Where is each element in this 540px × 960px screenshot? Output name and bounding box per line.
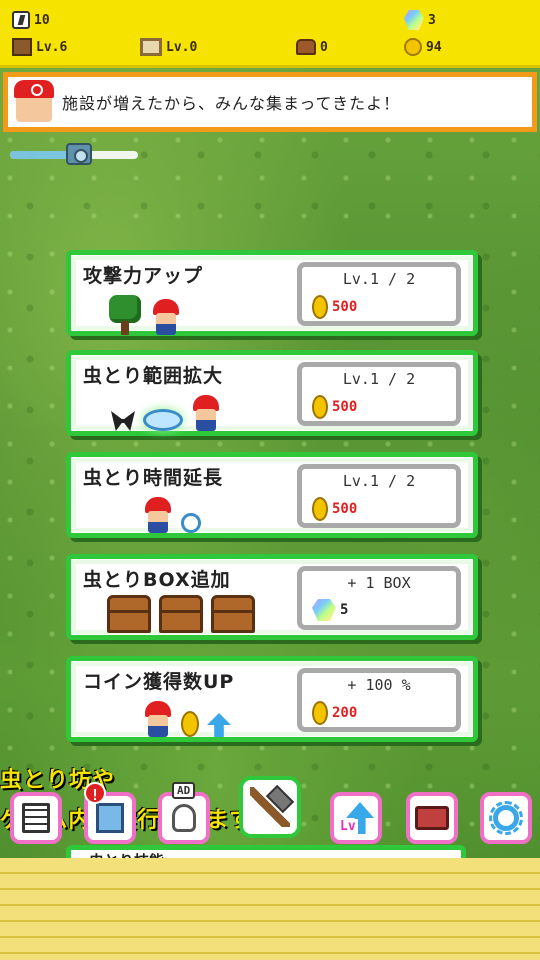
upgrade-art [143,497,201,533]
book-icon [415,806,449,830]
ad-reward-button[interactable]: AD [158,782,210,844]
upgrade-title: コイン獲得数UP [83,671,235,693]
upgrade-title: 虫とり時間延長 [83,467,224,489]
notes-button[interactable] [10,792,62,844]
board-level-value: Lv.0 [166,39,198,55]
coins-counter: 94 [404,37,442,57]
price-box[interactable]: Lv.1 / 2 500 [297,464,461,528]
upgrade-level: Lv.1 / 2 [342,472,416,490]
players-value: 10 [34,12,50,28]
settings-button[interactable] [480,792,532,844]
upgrade-cost: 500 [332,299,358,315]
chest-icon [159,595,203,633]
upgrade-level: Lv.1 / 2 [342,370,416,388]
upgrade-art [107,295,181,335]
upgrade-cost: 5 [340,602,349,618]
coin-icon [312,295,328,319]
chicken-icon [172,804,196,832]
upgrade-title: 虫とり範囲拡大 [83,365,224,387]
upgrade-level: Lv.1 / 2 [342,270,416,288]
coin-icon [312,395,328,419]
level-up-button[interactable] [330,792,382,844]
banner-message: 施設が増えたから、みんな集まってきたよ！ [62,94,401,113]
coin-icon [404,38,422,56]
facility-level: Lv.6 [12,37,67,57]
upgrade-card-box[interactable]: 虫とりBOX追加 + 1 BOX 5 [66,554,478,640]
upgrade-card-attack[interactable]: 攻撃力アップ Lv.1 / 2 500 [66,250,478,336]
price-box[interactable]: + 100 % 200 [297,668,461,732]
facility-icon [12,38,32,56]
upgrade-title: 虫とりBOX追加 [83,569,231,591]
board-icon [140,38,162,56]
upgrade-cost: 500 [332,501,358,517]
gems-value: 3 [428,12,436,28]
upgrade-title: 攻撃力アップ [83,265,204,287]
upgrade-art [143,701,231,737]
coin-icon [181,711,199,737]
coins-value: 94 [426,39,442,55]
price-box[interactable]: Lv.1 / 2 500 [297,362,461,426]
alert-badge: ! [84,782,106,804]
hammer-icon [250,787,290,827]
chest-icon [211,595,255,633]
chest-icon [107,595,151,633]
boy-avatar-icon [14,80,54,122]
boy-with-net-icon [151,299,181,335]
net-icon [143,409,183,431]
clock-icon [181,513,201,533]
gem-icon [312,599,336,621]
camera-icon[interactable] [66,143,93,165]
chests-counter: 0 [296,37,328,57]
boy-icon [191,395,221,431]
upgrade-art [111,395,221,431]
chest-icon [296,39,316,55]
upgrade-level: + 1 BOX [347,574,411,592]
shop-button[interactable]: ! [84,782,136,844]
players-counter: 10 [12,10,50,30]
coin-icon [312,497,328,521]
zoom-slider[interactable] [10,143,138,165]
chests-value: 0 [320,39,328,55]
upgrade-art [107,595,255,633]
upgrade-card-coin[interactable]: コイン獲得数UP + 100 % 200 [66,656,478,742]
build-button[interactable] [239,776,301,838]
shop-icon [96,803,124,833]
gear-icon [489,801,523,835]
upgrade-cost: 200 [332,705,358,721]
coin-icon [312,701,328,725]
message-banner[interactable]: 施設が増えたから、みんな集まってきたよ！ [3,72,537,132]
resource-bar: 10 3 Lv.6 Lv.0 0 94 [0,0,540,68]
ad-badge: AD [172,782,196,799]
upgrade-cost: 500 [332,399,358,415]
level-up-icon [338,802,374,834]
document-icon [22,803,50,833]
tree-icon [107,295,143,335]
price-box[interactable]: + 1 BOX 5 [297,566,461,630]
encyclopedia-button[interactable] [406,792,458,844]
boy-icon [143,701,173,737]
gem-icon [404,10,424,30]
facility-level-value: Lv.6 [36,39,68,55]
up-arrow-icon [207,713,231,737]
butterfly-icon [111,411,135,431]
price-box[interactable]: Lv.1 / 2 500 [297,262,461,326]
upgrade-level: + 100 % [347,676,411,694]
bottom-panel [0,858,540,960]
boy-icon [143,497,173,533]
upgrade-card-range[interactable]: 虫とり範囲拡大 Lv.1 / 2 500 [66,350,478,436]
board-level: Lv.0 [140,37,197,57]
gems-counter: 3 [404,10,436,30]
runner-icon [12,11,30,29]
upgrade-card-time[interactable]: 虫とり時間延長 Lv.1 / 2 500 [66,452,478,538]
